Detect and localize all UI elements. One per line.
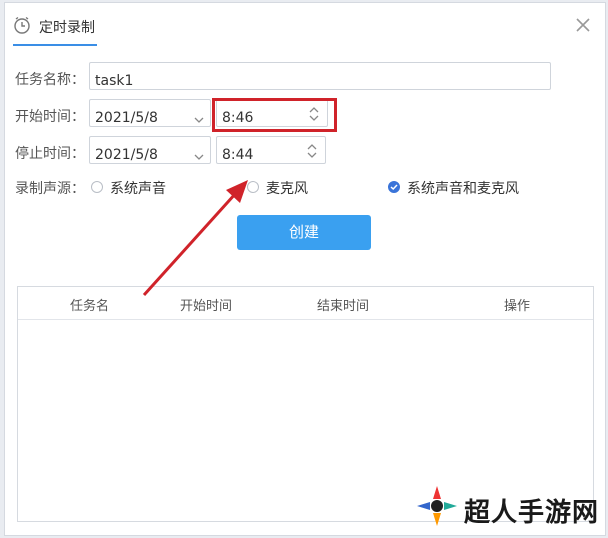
- task-name-label: 任务名称：: [15, 72, 85, 88]
- radio-system-and-mic[interactable]: [388, 181, 400, 193]
- watermark-emblem-icon: [417, 486, 457, 526]
- radio-microphone-label[interactable]: 麦克风: [266, 178, 308, 198]
- table-header: 任务名 开始时间 结束时间 操作: [18, 287, 593, 320]
- dialog-title: 定时录制: [39, 20, 95, 36]
- radio-microphone[interactable]: [247, 181, 259, 193]
- column-header-actions: 操作: [504, 299, 531, 314]
- radio-system-audio[interactable]: [91, 181, 103, 193]
- start-time-label: 开始时间：: [15, 109, 85, 125]
- radio-system-audio-label[interactable]: 系统声音: [110, 178, 166, 198]
- scheduled-recording-dialog: 定时录制 任务名称： task1 开始时间： 2021/5/8 8:46 停止时…: [4, 2, 606, 536]
- stop-date-value: 2021/5/8: [95, 147, 158, 163]
- column-header-start-time: 开始时间: [180, 299, 233, 314]
- chevron-down-icon: [194, 108, 204, 123]
- chevron-down-icon: [194, 145, 204, 160]
- dialog-title-bar: 定时录制: [5, 3, 605, 47]
- watermark-logo: 超人手游网: [410, 475, 606, 535]
- start-date-select[interactable]: 2021/5/8: [89, 99, 211, 127]
- spinner-arrows-icon[interactable]: [307, 142, 317, 158]
- start-date-value: 2021/5/8: [95, 110, 158, 126]
- column-header-end-time: 结束时间: [317, 299, 370, 314]
- watermark-text: 超人手游网: [464, 498, 600, 528]
- clock-icon: [13, 16, 31, 34]
- task-name-input[interactable]: task1: [89, 62, 551, 90]
- column-header-task-name: 任务名: [70, 299, 110, 314]
- title-tab-underline: [13, 44, 97, 46]
- create-button[interactable]: 创建: [237, 215, 371, 250]
- stop-time-value: 8:44: [222, 147, 254, 163]
- task-name-value: task1: [95, 73, 134, 89]
- stop-date-select[interactable]: 2021/5/8: [89, 136, 211, 164]
- annotation-highlight-box: [212, 98, 337, 132]
- close-icon[interactable]: [575, 17, 591, 33]
- stop-time-spinner[interactable]: 8:44: [216, 136, 326, 164]
- stop-time-label: 停止时间：: [15, 146, 85, 162]
- radio-system-and-mic-label[interactable]: 系统声音和麦克风: [407, 178, 519, 198]
- audio-source-label: 录制声源：: [15, 181, 85, 197]
